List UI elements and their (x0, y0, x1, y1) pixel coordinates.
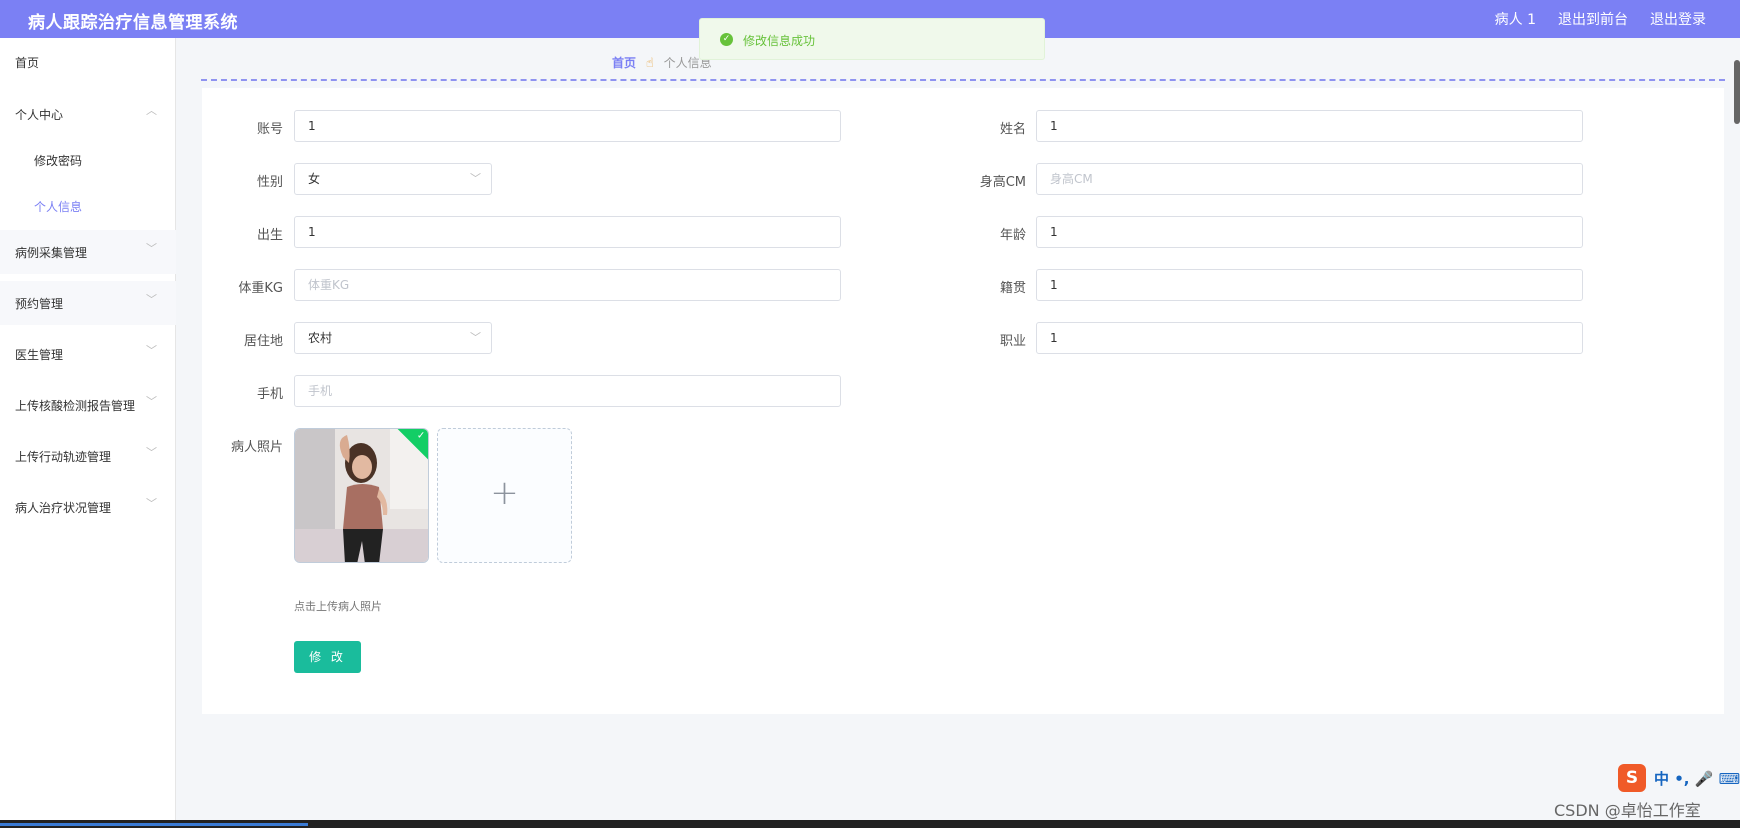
logout-link[interactable]: 退出登录 (1650, 9, 1706, 29)
sidebar-item-appointment[interactable]: 预约管理 ﹀ (0, 281, 176, 325)
birth-label: 出生 (256, 228, 283, 243)
progress-fill (0, 823, 308, 826)
account-label: 账号 (256, 122, 283, 137)
sidebar-item-change-password[interactable]: 修改密码 (0, 138, 176, 182)
chevron-down-icon: ﹀ (146, 446, 157, 459)
patient-photo-image (295, 429, 428, 562)
name-label: 姓名 (999, 122, 1026, 137)
chevron-down-icon: ﹀ (146, 293, 157, 306)
exit-to-front-link[interactable]: 退出到前台 (1558, 9, 1628, 29)
gender-select[interactable]: 女 ﹀ (294, 163, 492, 195)
success-toast: ✓ 修改信息成功 (699, 18, 1045, 60)
app-title: 病人跟踪治疗信息管理系统 (28, 13, 238, 33)
sidebar-item-personal-center[interactable]: 个人中心 ︿ (0, 92, 176, 136)
height-label: 身高CM (979, 175, 1026, 190)
sidebar-item-nucleic-report[interactable]: 上传核酸检测报告管理 ﹀ (0, 383, 176, 427)
residence-label: 居住地 (243, 334, 283, 349)
sidebar-item-label: 首页 (15, 56, 40, 70)
age-input[interactable]: 1 (1036, 216, 1583, 248)
gender-label: 性别 (256, 175, 283, 190)
name-input[interactable]: 1 (1036, 110, 1583, 142)
hometown-input[interactable]: 1 (1036, 269, 1583, 301)
current-user-label[interactable]: 病人 1 (1495, 9, 1536, 29)
watermark: CSDN @卓怡工作室 (1554, 801, 1701, 820)
age-label: 年龄 (999, 228, 1026, 243)
sidebar-item-label: 病人治疗状况管理 (15, 501, 112, 515)
sogou-logo-icon: S (1618, 764, 1646, 792)
weight-label: 体重KG (238, 281, 283, 296)
sidebar-item-trajectory[interactable]: 上传行动轨迹管理 ﹀ (0, 434, 176, 478)
toast-message: 修改信息成功 (743, 34, 816, 48)
sidebar-item-treatment-status[interactable]: 病人治疗状况管理 ﹀ (0, 485, 176, 529)
bottom-progress-bar (0, 820, 1740, 828)
photo-upload-button[interactable]: + (437, 428, 572, 563)
dashed-divider (201, 79, 1725, 81)
sidebar: 首页 个人中心 ︿ 修改密码 个人信息 病例采集管理 ﹀ 预约管理 ﹀ 医生管理… (0, 38, 176, 820)
birth-input[interactable]: 1 (294, 216, 841, 248)
ime-status: 中 •, 🎤 ⌨ (1654, 770, 1740, 788)
height-input[interactable]: 身高CM (1036, 163, 1583, 195)
sidebar-item-label: 医生管理 (15, 348, 64, 362)
sidebar-item-label: 上传核酸检测报告管理 (15, 399, 136, 413)
upload-tip: 点击上传病人照片 (294, 600, 382, 613)
job-input[interactable]: 1 (1036, 322, 1583, 354)
sidebar-item-label: 上传行动轨迹管理 (15, 450, 112, 464)
residence-select[interactable]: 农村 ﹀ (294, 322, 492, 354)
phone-label: 手机 (256, 387, 283, 402)
account-input[interactable]: 1 (294, 110, 841, 142)
breadcrumb: 首页 ☝ 个人信息 (612, 54, 712, 71)
sidebar-item-personal-info[interactable]: 个人信息 (0, 184, 176, 228)
page-scrollbar[interactable] (1734, 60, 1740, 124)
hometown-label: 籍贯 (999, 281, 1026, 296)
plus-icon: + (490, 473, 519, 513)
sidebar-item-doctor[interactable]: 医生管理 ﹀ (0, 332, 176, 376)
check-icon: ✓ (416, 430, 426, 442)
ime-toolbar[interactable]: S 中 •, 🎤 ⌨ (1618, 764, 1740, 792)
breadcrumb-home[interactable]: 首页 (612, 56, 636, 70)
sidebar-item-home[interactable]: 首页 (0, 40, 176, 84)
hand-pointer-icon: ☝ (645, 56, 654, 71)
weight-input[interactable]: 体重KG (294, 269, 841, 301)
chevron-down-icon: ﹀ (146, 242, 157, 255)
residence-select-value: 农村 (308, 331, 333, 345)
sidebar-item-label: 修改密码 (34, 154, 83, 168)
chevron-down-icon: ﹀ (146, 344, 157, 357)
success-check-icon: ✓ (720, 33, 733, 46)
phone-input[interactable]: 手机 (294, 375, 841, 407)
sidebar-item-label: 个人中心 (15, 108, 64, 122)
chevron-down-icon: ﹀ (470, 172, 481, 185)
sidebar-item-case-collection[interactable]: 病例采集管理 ﹀ (0, 230, 176, 274)
patient-photo-thumbnail[interactable]: ✓ (294, 428, 429, 563)
chevron-down-icon: ﹀ (146, 497, 157, 510)
photo-label: 病人照片 (230, 440, 283, 455)
sidebar-item-label: 个人信息 (34, 200, 83, 214)
sidebar-item-label: 病例采集管理 (15, 246, 88, 260)
chevron-up-icon: ︿ (146, 104, 157, 117)
gender-select-value: 女 (308, 172, 321, 186)
chevron-down-icon: ﹀ (470, 331, 481, 344)
sidebar-item-label: 预约管理 (15, 297, 64, 311)
job-label: 职业 (999, 334, 1026, 349)
top-right-nav: 病人 1 退出到前台 退出登录 (1495, 9, 1706, 29)
chevron-down-icon: ﹀ (146, 395, 157, 408)
submit-button[interactable]: 修 改 (294, 641, 361, 673)
